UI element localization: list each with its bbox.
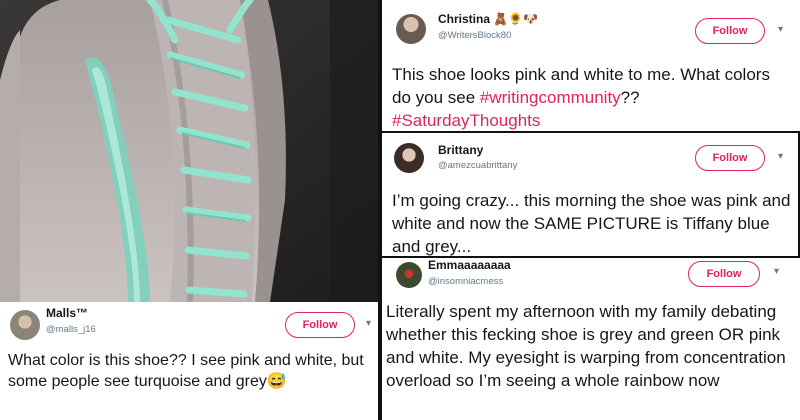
- chevron-down-icon[interactable]: ▾: [778, 151, 783, 162]
- follow-button[interactable]: Follow: [695, 18, 765, 44]
- tweet-emma: Emmaaaaaaaa @insomniacmess Follow ▾ Lite…: [382, 258, 800, 420]
- tweet-text: Literally spent my afternoon with my fam…: [386, 302, 786, 390]
- user-handle[interactable]: @malls_j16: [46, 324, 96, 335]
- user-name[interactable]: Brittany: [438, 143, 483, 157]
- hashtag-link[interactable]: #writingcommunity: [480, 88, 621, 107]
- chevron-down-icon[interactable]: ▾: [774, 266, 779, 277]
- tweet-malls: Malls™ @malls_j16 Follow ▾ What color is…: [0, 302, 378, 420]
- user-handle[interactable]: @insomniacmess: [428, 276, 503, 287]
- shoe-photo: [0, 0, 378, 302]
- tweet-brittany: Brittany @amezcuabrittany Follow ▾ I’m g…: [380, 131, 800, 258]
- sweat-smile-emoji: 😅: [266, 373, 287, 390]
- avatar[interactable]: [10, 310, 40, 340]
- user-name[interactable]: Malls™: [46, 306, 88, 320]
- name-emoji: 🧸🌻🐶: [493, 12, 539, 26]
- tweet-text: What color is this shoe?? I see pink and…: [8, 352, 364, 390]
- user-name[interactable]: Emmaaaaaaaa: [428, 258, 511, 272]
- user-name[interactable]: Christina 🧸🌻🐶: [438, 12, 538, 26]
- chevron-down-icon[interactable]: ▾: [778, 24, 783, 35]
- shoe-illustration: [0, 0, 378, 302]
- chevron-down-icon[interactable]: ▾: [366, 318, 371, 329]
- follow-button[interactable]: Follow: [688, 261, 760, 287]
- tweet-christina: Christina 🧸🌻🐶 @WritersBlock80 Follow ▾ T…: [382, 0, 800, 133]
- follow-button[interactable]: Follow: [695, 145, 765, 171]
- follow-button[interactable]: Follow: [285, 312, 355, 338]
- hashtag-link[interactable]: #SaturdayThoughts: [392, 111, 540, 130]
- avatar[interactable]: [396, 14, 426, 44]
- tweet-text: I’m going crazy... this morning the shoe…: [392, 191, 791, 256]
- user-handle[interactable]: @WritersBlock80: [438, 30, 511, 41]
- user-handle[interactable]: @amezcuabrittany: [438, 160, 517, 171]
- tweet-text: This shoe looks pink and white to me. Wh…: [392, 65, 770, 130]
- avatar[interactable]: [394, 143, 424, 173]
- avatar[interactable]: [396, 262, 422, 288]
